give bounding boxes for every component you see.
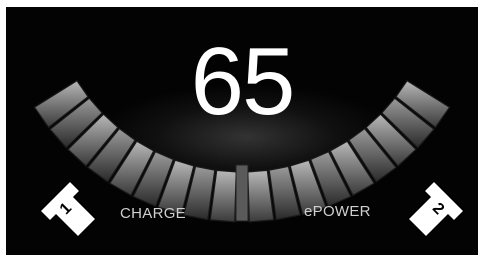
- arrow-callout-icon: 2: [406, 179, 466, 239]
- screenshot-frame: 65 CHARGE ePOWER 1 2: [0, 0, 485, 263]
- charge-label: CHARGE: [120, 205, 186, 222]
- epower-label: ePOWER: [304, 203, 371, 220]
- arrow-callout-icon: 1: [38, 179, 98, 239]
- instrument-cluster-display: 65 CHARGE ePOWER 1 2: [6, 7, 478, 255]
- gauge-center-divider: [235, 164, 249, 222]
